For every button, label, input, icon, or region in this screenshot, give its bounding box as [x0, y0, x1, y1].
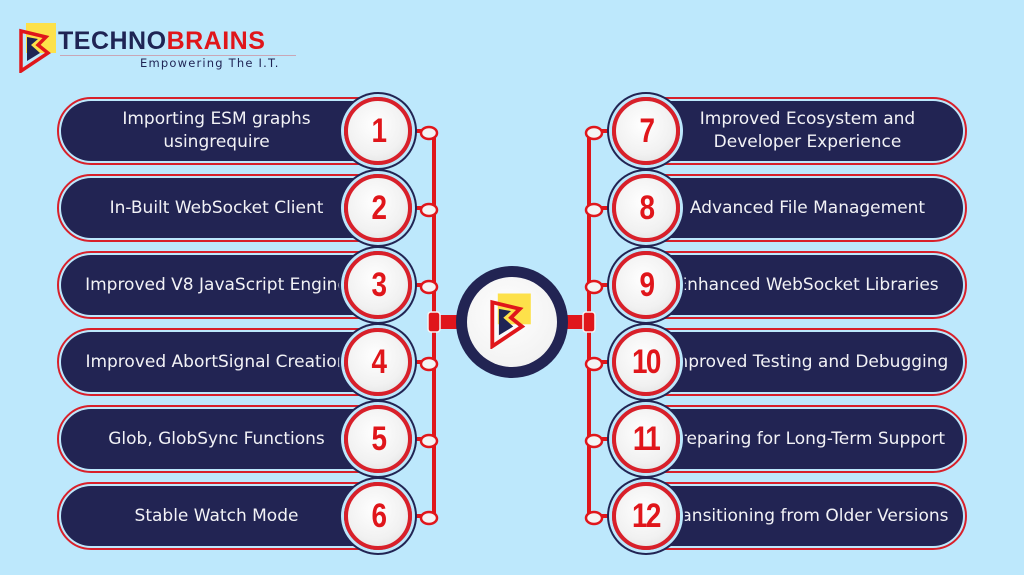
brand-tagline: Empowering The I.T.: [140, 56, 280, 70]
feature-pill: In-Built WebSocket Client: [61, 178, 372, 238]
feature-pill: Transitioning from Older Versions: [652, 486, 963, 546]
hub-link-plug: [427, 311, 441, 333]
number-badge-2: 2: [344, 174, 412, 242]
technobrains-logo-icon: [490, 293, 531, 349]
connector-joint: [584, 433, 604, 449]
hub-link-plug: [582, 311, 596, 333]
connector-joint: [584, 125, 604, 141]
number-badge-7: 7: [612, 97, 680, 165]
feature-label: Transitioning from Older Versions: [666, 505, 949, 526]
connector-joint: [584, 279, 604, 295]
feature-pill: Improved Testing and Debugging: [652, 332, 963, 392]
number-badge-text: 4: [371, 342, 387, 381]
feature-label: In-Built WebSocket Client: [109, 197, 324, 218]
connector-joint: [419, 202, 439, 218]
feature-pill: Glob, GlobSync Functions: [61, 409, 372, 469]
connector-joint: [584, 510, 604, 526]
connector-joint: [419, 356, 439, 372]
number-badge-text: 11: [632, 419, 661, 458]
brand-name-part1: TECHNO: [58, 27, 167, 55]
number-badge-text: 6: [371, 496, 387, 535]
feature-label: Improved V8 JavaScript Engine: [85, 274, 348, 295]
feature-pill: Advanced File Management: [652, 178, 963, 238]
connector-joint: [419, 510, 439, 526]
number-badge-12: 12: [612, 482, 680, 550]
feature-pill: Stable Watch Mode: [61, 486, 372, 546]
number-badge-text: 8: [639, 188, 655, 227]
feature-label: Preparing for Long-Term Support: [669, 428, 946, 449]
brand-logo: TECHNOBRAINS Empowering The I.T.: [18, 23, 308, 75]
number-badge-text: 1: [371, 111, 387, 150]
connector-joint: [419, 279, 439, 295]
brand-name-part2: BRAINS: [166, 27, 266, 55]
technobrains-logo-icon: [19, 23, 56, 73]
center-hub-inner: [467, 277, 557, 367]
connector-joint: [419, 125, 439, 141]
number-badge-1: 1: [344, 97, 412, 165]
number-badge-text: 3: [371, 265, 387, 304]
feature-label: Enhanced WebSocket Libraries: [676, 274, 939, 295]
connector-joint: [419, 433, 439, 449]
feature-label: Glob, GlobSync Functions: [108, 428, 325, 449]
feature-label: Improved Ecosystem and Developer Experie…: [699, 109, 916, 152]
feature-pill: Importing ESM graphs usingrequire: [61, 101, 372, 161]
number-badge-5: 5: [344, 405, 412, 473]
feature-label: Stable Watch Mode: [134, 505, 299, 526]
number-badge-text: 10: [632, 342, 661, 381]
number-badge-10: 10: [612, 328, 680, 396]
feature-label: Importing ESM graphs usingrequire: [122, 109, 311, 152]
number-badge-text: 5: [371, 419, 387, 458]
feature-label: Improved Testing and Debugging: [666, 351, 949, 372]
number-badge-6: 6: [344, 482, 412, 550]
connector-joint: [584, 202, 604, 218]
feature-pill: Enhanced WebSocket Libraries: [652, 255, 963, 315]
feature-pill: Improved Ecosystem and Developer Experie…: [652, 101, 963, 161]
center-hub: [456, 266, 568, 378]
number-badge-3: 3: [344, 251, 412, 319]
number-badge-text: 7: [639, 111, 655, 150]
number-badge-text: 9: [639, 265, 655, 304]
number-badge-9: 9: [612, 251, 680, 319]
number-badge-11: 11: [612, 405, 680, 473]
number-badge-4: 4: [344, 328, 412, 396]
connector-joint: [584, 356, 604, 372]
feature-label: Advanced File Management: [689, 197, 926, 218]
brand-name: TECHNOBRAINS: [58, 27, 265, 56]
feature-pill: Improved V8 JavaScript Engine: [61, 255, 372, 315]
feature-pill: Preparing for Long-Term Support: [652, 409, 963, 469]
number-badge-text: 2: [371, 188, 387, 227]
number-badge-text: 12: [632, 496, 661, 535]
feature-label: Improved AbortSignal Creation: [85, 351, 348, 372]
feature-pill: Improved AbortSignal Creation: [61, 332, 372, 392]
number-badge-8: 8: [612, 174, 680, 242]
